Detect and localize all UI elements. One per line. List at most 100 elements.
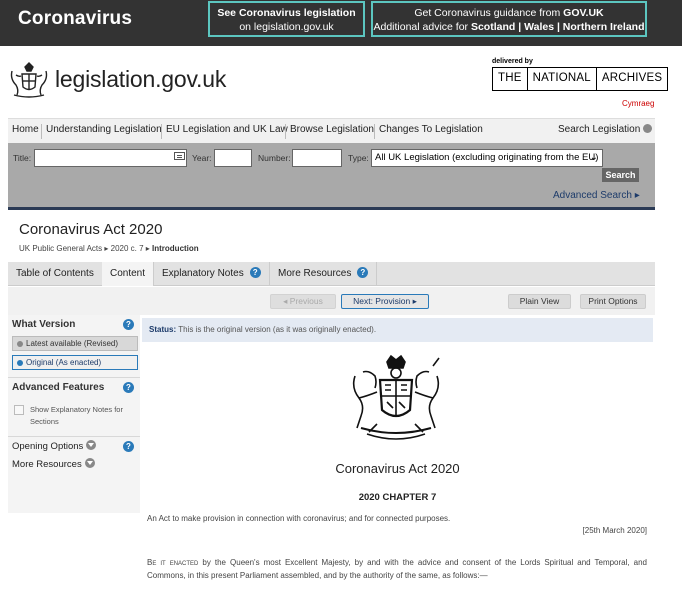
print-options-button[interactable]: Print Options bbox=[580, 294, 646, 309]
nav-divider bbox=[41, 124, 42, 139]
document-long-title: An Act to make provision in connection w… bbox=[147, 514, 451, 523]
status-text: This is the original version (as it was … bbox=[178, 325, 377, 334]
banner-title: Coronavirus bbox=[18, 8, 133, 29]
more-resources-toggle[interactable]: More Resources bbox=[12, 458, 95, 470]
page-title: Coronavirus Act 2020 bbox=[19, 221, 163, 238]
site-header: legislation.gov.uk delivered by THE NATI… bbox=[0, 46, 682, 118]
show-notes-label: Show Explanatory Notes for Sections bbox=[30, 405, 123, 426]
enacting-text: by the Queen's most Excellent Majesty, b… bbox=[147, 558, 647, 580]
sidebar-divider bbox=[8, 377, 140, 378]
national-archives-logo[interactable]: THE NATIONAL ARCHIVES bbox=[492, 67, 669, 91]
version-dot-icon bbox=[17, 341, 23, 347]
help-icon[interactable]: ? bbox=[123, 382, 134, 393]
box1-line2: on legislation.gov.uk bbox=[239, 21, 334, 33]
type-select-value: All UK Legislation (excluding originatin… bbox=[375, 152, 599, 163]
pager-bar: ◂ Previous Next: Provision ▸ Plain View … bbox=[8, 287, 655, 315]
type-label: Type: bbox=[348, 153, 369, 163]
tna-word: THE bbox=[493, 68, 528, 90]
latest-version-label: Latest available (Revised) bbox=[26, 339, 119, 348]
coronavirus-banner: Coronavirus See Coronavirus legislation … bbox=[0, 0, 682, 46]
box2-line2-pre: Additional advice for bbox=[373, 21, 471, 33]
what-version-heading: What Version bbox=[12, 319, 76, 330]
tab-more-resources-label: More Resources bbox=[278, 268, 352, 279]
tab-more-resources[interactable]: More Resources? bbox=[270, 262, 378, 286]
opening-options-toggle[interactable]: Opening Options bbox=[12, 440, 97, 452]
enacting-words: Be it enacted bbox=[147, 558, 199, 567]
title-area: Coronavirus Act 2020 UK Public General A… bbox=[8, 210, 655, 262]
opening-options-label: Opening Options bbox=[12, 441, 84, 452]
sidebar: What Version ? Latest available (Revised… bbox=[8, 315, 140, 513]
previous-button[interactable]: ◂ Previous bbox=[270, 294, 336, 309]
original-version-button[interactable]: Original (As enacted) bbox=[12, 355, 138, 370]
royal-coat-of-arms-icon bbox=[352, 354, 440, 440]
nav-home[interactable]: Home bbox=[12, 124, 39, 135]
search-button[interactable]: Search bbox=[602, 168, 639, 182]
tab-explanatory-notes[interactable]: Explanatory Notes? bbox=[154, 262, 270, 286]
more-resources-label: More Resources bbox=[12, 459, 82, 470]
latest-version-button[interactable]: Latest available (Revised) bbox=[12, 336, 138, 351]
nav-divider bbox=[161, 124, 162, 139]
main-navigation: Home Understanding Legislation EU Legisl… bbox=[8, 118, 655, 143]
content-tabs: Table of Contents Content Explanatory No… bbox=[8, 262, 655, 286]
nav-divider bbox=[285, 124, 286, 139]
show-notes-checkbox[interactable] bbox=[14, 405, 24, 415]
title-input[interactable] bbox=[34, 149, 187, 167]
previous-label: Previous bbox=[289, 296, 323, 306]
title-label: Title: bbox=[13, 153, 32, 163]
box2-line1-pre: Get Coronavirus guidance from bbox=[414, 7, 564, 19]
help-icon[interactable]: ? bbox=[357, 266, 369, 278]
plain-view-button[interactable]: Plain View bbox=[508, 294, 571, 309]
number-input[interactable] bbox=[292, 149, 342, 167]
version-dot-icon bbox=[17, 360, 23, 366]
tab-table-of-contents[interactable]: Table of Contents bbox=[8, 262, 103, 286]
breadcrumb-current: Introduction bbox=[152, 244, 199, 253]
nav-divider bbox=[374, 124, 375, 139]
breadcrumb: UK Public General Acts ▸ 2020 c. 7 ▸ Int… bbox=[19, 244, 199, 253]
sidebar-divider bbox=[8, 436, 140, 437]
help-icon[interactable]: ? bbox=[249, 266, 261, 278]
expand-circle-icon bbox=[643, 123, 653, 133]
document-title: Coronavirus Act 2020 bbox=[335, 461, 460, 476]
number-label: Number: bbox=[258, 153, 291, 163]
advanced-search-link[interactable]: Advanced Search ▸ bbox=[553, 190, 640, 201]
breadcrumb-item[interactable]: 2020 c. 7 bbox=[111, 244, 144, 253]
year-label: Year: bbox=[192, 153, 212, 163]
next-button[interactable]: Next: Provision ▸ bbox=[341, 294, 429, 309]
royal-crest-icon[interactable] bbox=[8, 61, 50, 99]
type-select[interactable]: All UK Legislation (excluding originatin… bbox=[371, 149, 603, 167]
year-input[interactable] bbox=[214, 149, 252, 167]
status-label: Status: bbox=[149, 325, 177, 334]
nav-search-legislation[interactable]: Search Legislation bbox=[558, 123, 653, 135]
nav-browse-legislation[interactable]: Browse Legislation bbox=[290, 124, 374, 135]
search-legislation-label: Search Legislation bbox=[558, 124, 641, 135]
box1-line1: See Coronavirus legislation bbox=[217, 7, 356, 19]
original-version-label: Original (As enacted) bbox=[26, 358, 102, 367]
delivered-by-label: delivered by bbox=[492, 58, 533, 65]
coronavirus-guidance-link[interactable]: Get Coronavirus guidance from GOV.UK Add… bbox=[371, 1, 647, 37]
advanced-features-heading: Advanced Features bbox=[12, 382, 105, 393]
site-name[interactable]: legislation.gov.uk bbox=[55, 66, 226, 93]
coronavirus-legislation-link[interactable]: See Coronavirus legislation on legislati… bbox=[208, 1, 365, 37]
help-icon[interactable]: ? bbox=[123, 319, 134, 330]
cymraeg-link[interactable]: Cymraeg bbox=[622, 99, 654, 108]
nav-changes-to-legislation[interactable]: Changes To Legislation bbox=[379, 124, 483, 135]
tab-explanatory-notes-label: Explanatory Notes bbox=[162, 268, 244, 279]
title-search-icon[interactable] bbox=[174, 152, 185, 160]
chevron-down-icon bbox=[86, 440, 97, 451]
help-icon[interactable]: ? bbox=[123, 441, 134, 452]
tna-word: ARCHIVES bbox=[601, 72, 663, 84]
chevron-down-icon bbox=[84, 458, 95, 469]
regional-advice-links[interactable]: Scotland | Wales | Northern Ireland bbox=[471, 21, 645, 33]
nav-eu-legislation[interactable]: EU Legislation and UK Law bbox=[166, 124, 288, 135]
tna-word: NATIONAL bbox=[528, 68, 597, 90]
tab-content[interactable]: Content bbox=[102, 262, 155, 286]
enacting-formula: Be it enacted by the Queen's most Excell… bbox=[147, 556, 647, 582]
breadcrumb-item[interactable]: UK Public General Acts bbox=[19, 244, 102, 253]
chevron-down-icon: ⌄ bbox=[589, 152, 598, 163]
document-chapter: 2020 CHAPTER 7 bbox=[358, 492, 437, 503]
next-label: Next: Provision bbox=[353, 296, 411, 306]
nav-understanding-legislation[interactable]: Understanding Legislation bbox=[46, 124, 162, 135]
document-date: [25th March 2020] bbox=[582, 526, 647, 535]
gov-uk-link[interactable]: GOV.UK bbox=[563, 7, 603, 19]
search-panel: Title: Year: Number: Type: All UK Legisl… bbox=[8, 143, 655, 209]
